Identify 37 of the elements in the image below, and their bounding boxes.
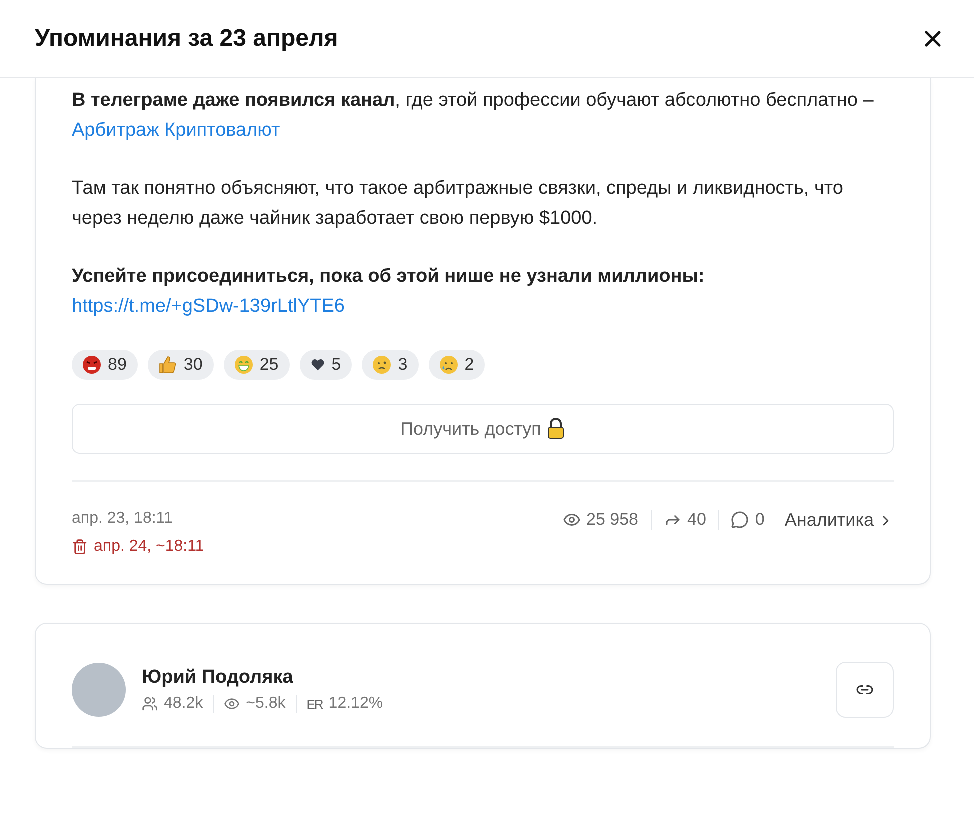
reaction-chip[interactable]: 30 <box>148 350 214 380</box>
grin-face-icon <box>234 355 254 375</box>
er-value: 12.12% <box>328 695 384 713</box>
reaction-chip[interactable]: 5 <box>300 350 352 380</box>
analytics-link[interactable]: Аналитика <box>784 510 894 531</box>
post-paragraph: Успейте присоединиться, пока об этой нише не узнали миллионы: https://t.me/+gSDw-139rLtlYTE6 <box>72 265 706 319</box>
post-date: апр. 23, 18:11 <box>72 510 174 528</box>
post-paragraph: Там так понятно объясняют, что такое арбитражные связки, спреды и ликвидность, что через неделю даже чайник заработает свою первую $1000. <box>72 177 844 231</box>
thumbs-up-icon <box>158 355 178 375</box>
eye-icon <box>562 511 580 529</box>
eye-icon <box>224 696 240 712</box>
deletion-date: апр. 24, ~18:11 <box>94 538 204 556</box>
lock-icon <box>547 418 566 440</box>
subscribers-count: 48.2k <box>164 695 204 713</box>
comments-count: 0 <box>755 510 765 530</box>
get-access-button[interactable]: Получить доступ <box>72 404 894 454</box>
avatar-placeholder <box>72 663 126 717</box>
trash-icon <box>72 539 88 555</box>
reaction-chip[interactable]: 25 <box>224 350 290 380</box>
sad-face-icon <box>438 355 459 375</box>
angry-face-icon <box>82 355 102 375</box>
comment-icon <box>731 511 750 529</box>
post-link[interactable]: https://t.me/+gSDw-139rLtlYTE6 <box>72 296 345 317</box>
post-paragraph: В телеграме даже появился канал, где этой профессии обучают абсолютно бесплатно – Арбитраж Криптовалют <box>72 89 875 143</box>
dialog-title: Упоминания за 23 апреля <box>35 24 338 52</box>
er-label: ER <box>306 696 323 712</box>
reach-count: ~5.8k <box>246 695 286 713</box>
post-link[interactable]: Арбитраж Криптовалют <box>72 120 280 141</box>
channel-name: Юрий Подоляка <box>142 667 294 689</box>
reaction-chip[interactable]: 2 <box>428 350 486 380</box>
users-icon <box>142 696 158 712</box>
shares-count: 40 <box>688 510 706 530</box>
heart-icon <box>310 357 326 373</box>
reaction-chip[interactable]: 3 <box>362 350 419 380</box>
woozy-face-icon <box>372 355 392 375</box>
reaction-chip[interactable]: 89 <box>72 350 138 380</box>
views-count: 25 958 <box>586 510 638 530</box>
